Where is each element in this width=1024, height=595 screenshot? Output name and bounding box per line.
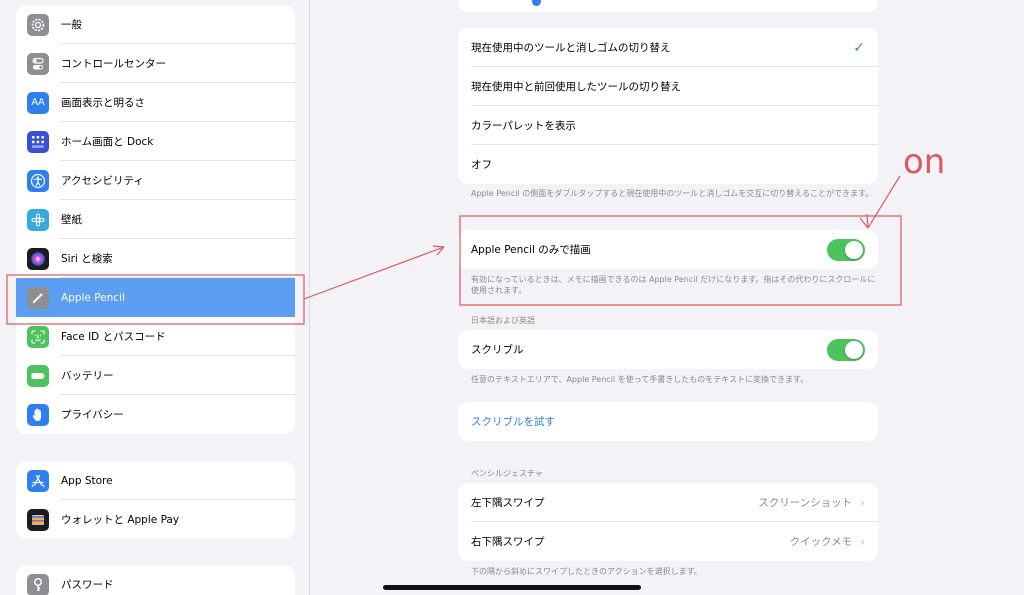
sidebar-item-wallpaper[interactable]: 壁紙	[16, 200, 295, 239]
pencil-icon	[27, 286, 49, 309]
checkmark-icon: ✓	[853, 39, 865, 56]
sidebar-item-app-store[interactable]: App Store	[16, 461, 295, 500]
option-label: カラーパレットを表示	[471, 120, 576, 132]
gesture-value: クイックメモ	[789, 536, 853, 548]
try-scribble-label: スクリブルを試す	[471, 416, 555, 428]
option-label: 現在使用中のツールと消しゴムの切り替え	[471, 42, 671, 54]
siri-icon	[27, 247, 49, 270]
accessibility-icon	[27, 169, 49, 192]
sidebar-item-label: ウォレットと Apple Pay	[61, 514, 180, 526]
sidebar-item-label: アクセシビリティ	[61, 175, 144, 187]
detail-pane: 現在使用中のツールと消しゴムの切り替え ✓ 現在使用中と前回使用したツールの切り…	[311, 0, 1024, 595]
sidebar-item-label: ホーム画面と Dock	[61, 136, 154, 148]
sidebar-item-privacy[interactable]: プライバシー	[16, 395, 295, 434]
option-switch-eraser[interactable]: 現在使用中のツールと消しゴムの切り替え ✓	[458, 28, 878, 67]
gesture-value: スクリーンショット	[758, 497, 853, 509]
scribble-card: スクリブル	[458, 330, 878, 369]
scribble-toggle[interactable]	[827, 338, 865, 361]
faceid-icon	[27, 325, 49, 348]
sidebar-item-display[interactable]: AA 画面表示と明るさ	[16, 83, 295, 122]
sidebar-item-label: バッテリー	[61, 370, 114, 382]
sidebar-item-home-screen[interactable]: ホーム画面と Dock	[16, 122, 295, 161]
gestures-footer: 下の隅から斜めにスワイプしたときのアクションを選択します。	[471, 567, 702, 576]
option-label: オフ	[471, 159, 492, 171]
try-scribble-card: スクリブルを試す	[458, 402, 878, 441]
option-switch-last-tool[interactable]: 現在使用中と前回使用したツールの切り替え	[458, 67, 878, 106]
wallpaper-icon	[27, 208, 49, 231]
sidebar-group-passwords: パスワード	[16, 565, 295, 595]
sidebar-item-label: Siri と検索	[61, 253, 113, 265]
option-off[interactable]: オフ	[458, 145, 878, 184]
sidebar-item-general[interactable]: 一般	[16, 5, 295, 44]
sidebar-item-label: 画面表示と明るさ	[61, 97, 145, 109]
sidebar-item-wallet[interactable]: ウォレットと Apple Pay	[16, 500, 295, 539]
sidebar-item-passwords[interactable]: パスワード	[16, 565, 295, 595]
sidebar-item-label: 一般	[61, 19, 82, 31]
sidebar-item-label: Face ID とパスコード	[61, 331, 166, 343]
sidebar-item-face-id[interactable]: Face ID とパスコード	[16, 317, 295, 356]
scribble-row: スクリブル	[458, 330, 878, 369]
pencil-only-row: Apple Pencil のみで描画	[458, 230, 878, 269]
hand-icon	[27, 403, 49, 426]
battery-icon	[27, 364, 49, 387]
sidebar-item-label: プライバシー	[61, 409, 124, 421]
gesture-label: 左下隅スワイプ	[471, 497, 545, 509]
sidebar-item-apple-pencil[interactable]: Apple Pencil	[16, 278, 295, 317]
gesture-row-bottom-right[interactable]: 右下隅スワイプ クイックメモ ›	[458, 522, 878, 561]
sidebar-item-battery[interactable]: バッテリー	[16, 356, 295, 395]
option-show-palette[interactable]: カラーパレットを表示	[458, 106, 878, 145]
sidebar-item-siri[interactable]: Siri と検索	[16, 239, 295, 278]
pencil-only-card: Apple Pencil のみで描画	[458, 230, 878, 269]
pencil-only-footer: 有効になっているときは、メモに描画できるのは Apple Pencil だけにな…	[471, 275, 876, 295]
sidebar-item-label: 壁紙	[61, 214, 82, 226]
chevron-right-icon: ›	[860, 495, 865, 510]
pencil-only-label: Apple Pencil のみで描画	[471, 244, 591, 256]
scribble-section-header: 日本語および英語	[471, 316, 535, 325]
gesture-row-bottom-left[interactable]: 左下隅スワイプ スクリーンショット ›	[458, 483, 878, 522]
try-scribble-button[interactable]: スクリブルを試す	[458, 402, 878, 441]
option-label: 現在使用中と前回使用したツールの切り替え	[471, 81, 681, 93]
appstore-icon	[27, 469, 49, 492]
text-size-icon: AA	[27, 91, 49, 114]
sidebar-item-label: パスワード	[61, 579, 114, 591]
gestures-section-header: ペンシルジェスチャ	[471, 469, 543, 478]
gestures-card: 左下隅スワイプ スクリーンショット › 右下隅スワイプ クイックメモ ›	[458, 483, 878, 561]
pencil-only-toggle[interactable]	[827, 238, 865, 261]
sidebar-item-control-center[interactable]: コントロールセンター	[16, 44, 295, 83]
sidebar-item-label: App Store	[61, 474, 113, 487]
sidebar-item-accessibility[interactable]: アクセシビリティ	[16, 161, 295, 200]
double-tap-options: 現在使用中のツールと消しゴムの切り替え ✓ 現在使用中と前回使用したツールの切り…	[458, 28, 878, 184]
slider-thumb[interactable]	[532, 0, 541, 6]
sidebar-item-label: コントロールセンター	[61, 58, 166, 70]
sidebar: 一般 コントロールセンター AA 画面表示と明るさ ホーム画面と Dock アク…	[0, 0, 310, 595]
sidebar-group-general: 一般 コントロールセンター AA 画面表示と明るさ ホーム画面と Dock アク…	[16, 5, 295, 434]
double-tap-footer: Apple Pencil の側面をダブルタップすると現在使用中のツールと消しゴム…	[471, 189, 874, 198]
gear-icon	[27, 13, 49, 36]
gesture-label: 右下隅スワイプ	[471, 536, 545, 548]
sidebar-item-label: Apple Pencil	[61, 291, 125, 304]
wallet-icon	[27, 508, 49, 531]
scribble-footer: 任意のテキストエリアで、Apple Pencil を使って手書きしたものをテキス…	[471, 375, 809, 384]
chevron-right-icon: ›	[860, 534, 865, 549]
sidebar-group-store: App Store ウォレットと Apple Pay	[16, 461, 295, 539]
scribble-label: スクリブル	[471, 344, 524, 356]
home-indicator[interactable]	[383, 585, 641, 590]
pressure-slider-card	[458, 0, 878, 12]
grid-icon	[27, 130, 49, 153]
key-icon	[27, 573, 49, 595]
toggles-icon	[27, 52, 49, 75]
